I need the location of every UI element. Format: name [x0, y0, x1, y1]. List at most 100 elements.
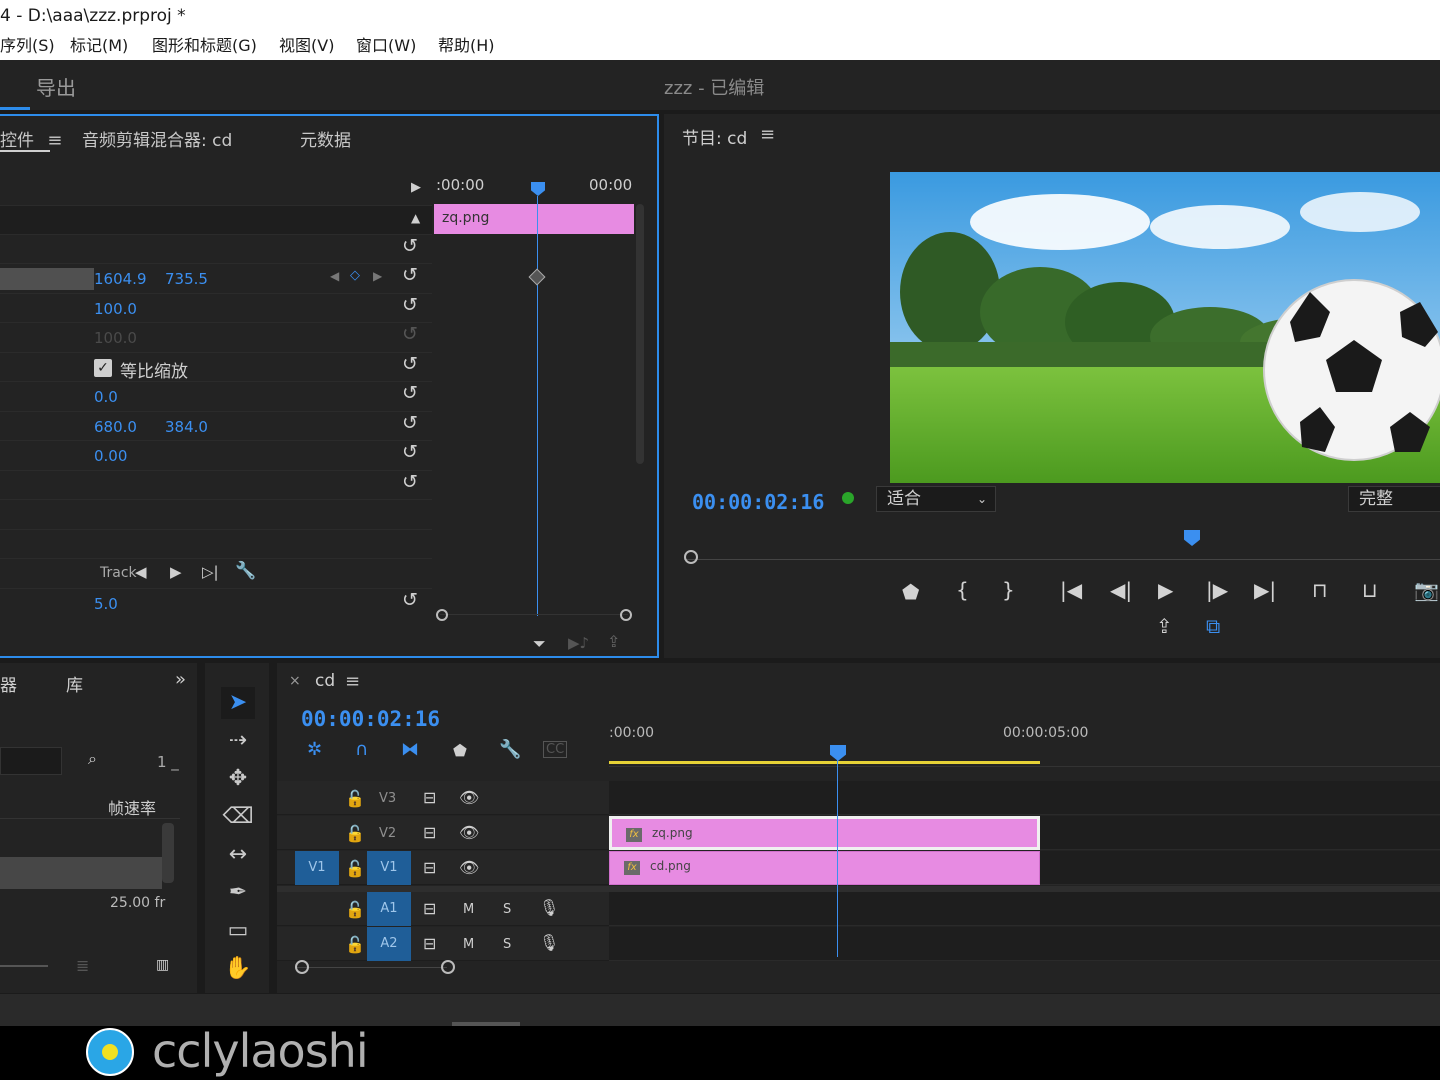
lock-icon[interactable]: 🔓 — [345, 859, 365, 878]
zoom-handle-right[interactable] — [620, 609, 632, 621]
lock-icon[interactable]: 🔓 — [345, 824, 365, 843]
clip-cd-png[interactable]: fx cd.png — [609, 851, 1040, 885]
snap-icon[interactable]: ∩ — [355, 739, 368, 760]
menu-graphics[interactable]: 图形和标题(G) — [152, 32, 257, 60]
timeline-zoom-bar[interactable] — [295, 960, 455, 974]
add-marker-icon[interactable]: ⬟ — [902, 580, 919, 604]
sync-lock-icon[interactable]: ⊟ — [423, 788, 436, 807]
track-step-icon[interactable]: ▷| — [202, 563, 219, 581]
track-target-a2[interactable]: A2 — [367, 927, 411, 961]
track-header-v3[interactable]: 🔓 V3 ⊟ 👁 — [277, 781, 609, 815]
mute-button[interactable]: M — [463, 902, 474, 917]
captions-icon[interactable]: CC — [543, 741, 568, 758]
tab-library[interactable]: 库 — [66, 671, 83, 696]
solo-button[interactable]: S — [503, 902, 511, 917]
program-time-ruler[interactable] — [684, 546, 1440, 560]
reset-icon[interactable]: ↺ — [402, 471, 418, 493]
anchor-y-value[interactable]: 384.0 — [165, 418, 208, 436]
program-video-frame[interactable] — [890, 172, 1440, 483]
camera-icon[interactable]: 📷 — [1414, 578, 1439, 602]
position-x-value[interactable]: 1604.9 — [94, 270, 147, 288]
prev-keyframe-icon[interactable]: ◀ — [330, 269, 339, 283]
ec-clip-bar[interactable]: zq.png — [434, 204, 634, 234]
razor-tool-icon[interactable]: ⌫ — [221, 801, 255, 833]
mark-out-icon[interactable]: } — [1002, 578, 1015, 602]
wrench-icon[interactable]: 🔧 — [499, 739, 521, 760]
go-to-out-icon[interactable]: ▶| — [1254, 578, 1276, 602]
tab-project-fragment[interactable]: 器 — [0, 671, 17, 696]
step-back-icon[interactable]: ◀| — [1110, 578, 1132, 602]
track-lane-a2[interactable] — [609, 927, 1440, 961]
zoom-handle-right[interactable] — [441, 960, 455, 974]
work-area-bar[interactable] — [609, 761, 1040, 764]
quality-dropdown[interactable]: 完整 — [1348, 486, 1440, 512]
microphone-icon[interactable]: 🎙 — [539, 933, 559, 952]
ec-zoom-bar[interactable] — [436, 609, 632, 626]
reset-icon[interactable]: ↺ — [402, 382, 418, 404]
source-patch-v1[interactable]: V1 — [295, 851, 339, 885]
track-target-v1[interactable]: V1 — [367, 851, 411, 885]
track-lane-a1[interactable] — [609, 892, 1440, 926]
zoom-handle-left[interactable] — [436, 609, 448, 621]
extract-icon[interactable]: ⊔ — [1362, 578, 1378, 602]
program-timecode[interactable]: 00:00:02:16 — [692, 490, 824, 514]
zoom-slider[interactable] — [0, 965, 48, 967]
sequence-tab[interactable]: cd — [315, 671, 335, 691]
uniform-scale-checkbox[interactable]: ✓ — [94, 359, 112, 377]
filter-icon[interactable]: ⏷ — [533, 634, 546, 654]
motion-header-row[interactable]: ▲ — [0, 205, 432, 235]
nest-icon[interactable]: ✲ — [307, 739, 322, 760]
more-panels-icon[interactable]: » — [175, 669, 186, 690]
project-scrollbar[interactable] — [162, 823, 174, 883]
panel-menu-icon[interactable]: ≡ — [47, 130, 62, 151]
anchor-x-value[interactable]: 680.0 — [94, 418, 137, 436]
effect-controls-timeline[interactable]: :00:00 00:00 zq.png — [434, 176, 637, 626]
col-framerate[interactable]: 帧速率 — [108, 795, 156, 819]
lift-icon[interactable]: ⊓ — [1312, 578, 1328, 602]
fit-dropdown[interactable]: 适合 ⌄ — [876, 486, 996, 512]
tab-audio-clip-mixer[interactable]: 音频剪辑混合器: cd — [82, 126, 232, 151]
track-backward-icon[interactable]: ◀ — [135, 563, 147, 581]
menu-view[interactable]: 视图(V) — [279, 32, 334, 60]
reset-icon[interactable]: ↺ — [402, 294, 418, 316]
next-keyframe-icon[interactable]: ▶ — [373, 269, 382, 283]
selection-tool-icon[interactable]: ➤ — [221, 687, 255, 719]
hand-tool-icon[interactable]: ✋ — [221, 953, 255, 985]
track-lane-v2[interactable]: fx zq.png — [609, 816, 1440, 850]
export-frame-icon[interactable]: ⇪ — [607, 632, 620, 651]
workspace-export[interactable]: 导出 — [36, 72, 76, 101]
rotation-value[interactable]: 0.0 — [94, 388, 118, 406]
zoom-handle-left[interactable] — [295, 960, 309, 974]
reset-icon[interactable]: ↺ — [402, 412, 418, 434]
slip-tool-icon[interactable]: ↔ — [221, 839, 255, 871]
program-monitor-title[interactable]: 节目: cd — [682, 124, 747, 149]
solo-button[interactable]: S — [503, 937, 511, 952]
collapse-icon[interactable]: ▲ — [411, 211, 420, 225]
track-select-tool-icon[interactable]: ⇢ — [221, 725, 255, 757]
freeform-view-icon[interactable]: ▥ — [156, 957, 169, 973]
tab-metadata[interactable]: 元数据 — [300, 126, 351, 151]
menu-window[interactable]: 窗口(W) — [356, 32, 416, 60]
scale-value[interactable]: 100.0 — [94, 300, 137, 318]
menu-help[interactable]: 帮助(H) — [438, 32, 495, 60]
track-header-v2[interactable]: 🔓 V2 ⊟ 👁 — [277, 816, 609, 850]
ripple-edit-tool-icon[interactable]: ✥ — [221, 763, 255, 795]
close-icon[interactable]: × — [289, 673, 301, 689]
program-playhead[interactable] — [1184, 530, 1200, 546]
keyframe-marker[interactable] — [528, 268, 546, 286]
new-search-bin-icon[interactable]: ⌕ — [88, 749, 97, 769]
tracking-value[interactable]: 5.0 — [94, 595, 118, 613]
panel-menu-icon[interactable]: ≡ — [345, 671, 360, 692]
track-lane-v3[interactable] — [609, 781, 1440, 815]
lock-icon[interactable]: 🔓 — [345, 789, 365, 808]
timeline-timecode[interactable]: 00:00:02:16 — [301, 707, 440, 731]
eye-icon[interactable]: 👁 — [459, 788, 479, 807]
list-view-icon[interactable]: ≣ — [76, 956, 89, 975]
reset-icon[interactable]: ↺ — [402, 441, 418, 463]
microphone-icon[interactable]: 🎙 — [539, 898, 559, 917]
selected-project-item[interactable] — [0, 857, 162, 889]
panel-menu-icon[interactable]: ≡ — [760, 124, 775, 145]
step-forward-icon[interactable]: |▶ — [1206, 578, 1228, 602]
program-zoom-handle[interactable] — [684, 550, 698, 564]
pen-tool-icon[interactable]: ✒ — [221, 877, 255, 909]
